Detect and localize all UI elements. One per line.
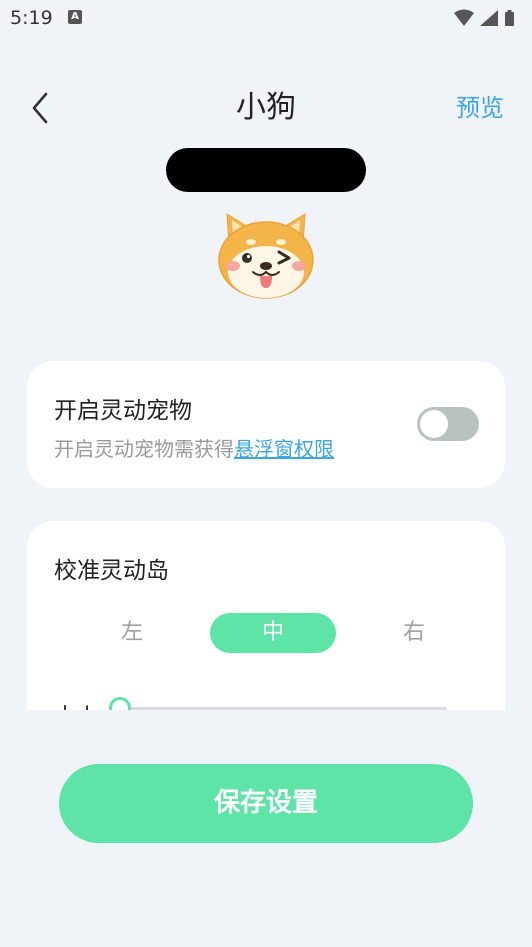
pet-toggle-title: 开启灵动宠物 (54, 398, 192, 424)
toggle-knob (420, 410, 448, 438)
dynamic-island-preview (166, 148, 366, 192)
back-button[interactable] (24, 88, 60, 128)
position-right-option[interactable]: 右 (351, 613, 477, 653)
preview-button[interactable]: 预览 (456, 93, 504, 123)
pet-toggle-card: 开启灵动宠物 开启灵动宠物需获得悬浮窗权限 (27, 361, 505, 488)
battery-icon (505, 10, 514, 26)
status-bar: 5:19 A (0, 0, 532, 36)
wifi-icon (454, 9, 474, 26)
size-slider-thumb[interactable] (109, 697, 131, 710)
status-icons (452, 8, 522, 32)
size-slider-track[interactable] (122, 707, 447, 710)
shiba-dog-pet-image (215, 208, 317, 300)
pet-toggle-desc-text: 开启灵动宠物需获得 (54, 437, 234, 461)
pet-toggle-description: 开启灵动宠物需获得悬浮窗权限 (54, 433, 334, 462)
signal-icon (480, 10, 498, 26)
calibrate-title: 校准灵动岛 (54, 558, 169, 584)
overlay-permission-link[interactable]: 悬浮窗权限 (234, 437, 334, 461)
size-label: 大小 (54, 699, 98, 710)
notification-icon: A (68, 10, 82, 24)
page-title: 小狗 (236, 90, 296, 125)
calibrate-island-card: 校准灵动岛 左 中 右 大小 (27, 521, 505, 710)
position-center-option[interactable]: 中 (210, 613, 336, 653)
chevron-left-icon (32, 92, 48, 124)
save-settings-button[interactable]: 保存设置 (59, 764, 473, 843)
status-time: 5:19 (10, 7, 53, 29)
position-left-option[interactable]: 左 (69, 613, 195, 653)
pet-toggle-switch[interactable] (417, 407, 479, 441)
